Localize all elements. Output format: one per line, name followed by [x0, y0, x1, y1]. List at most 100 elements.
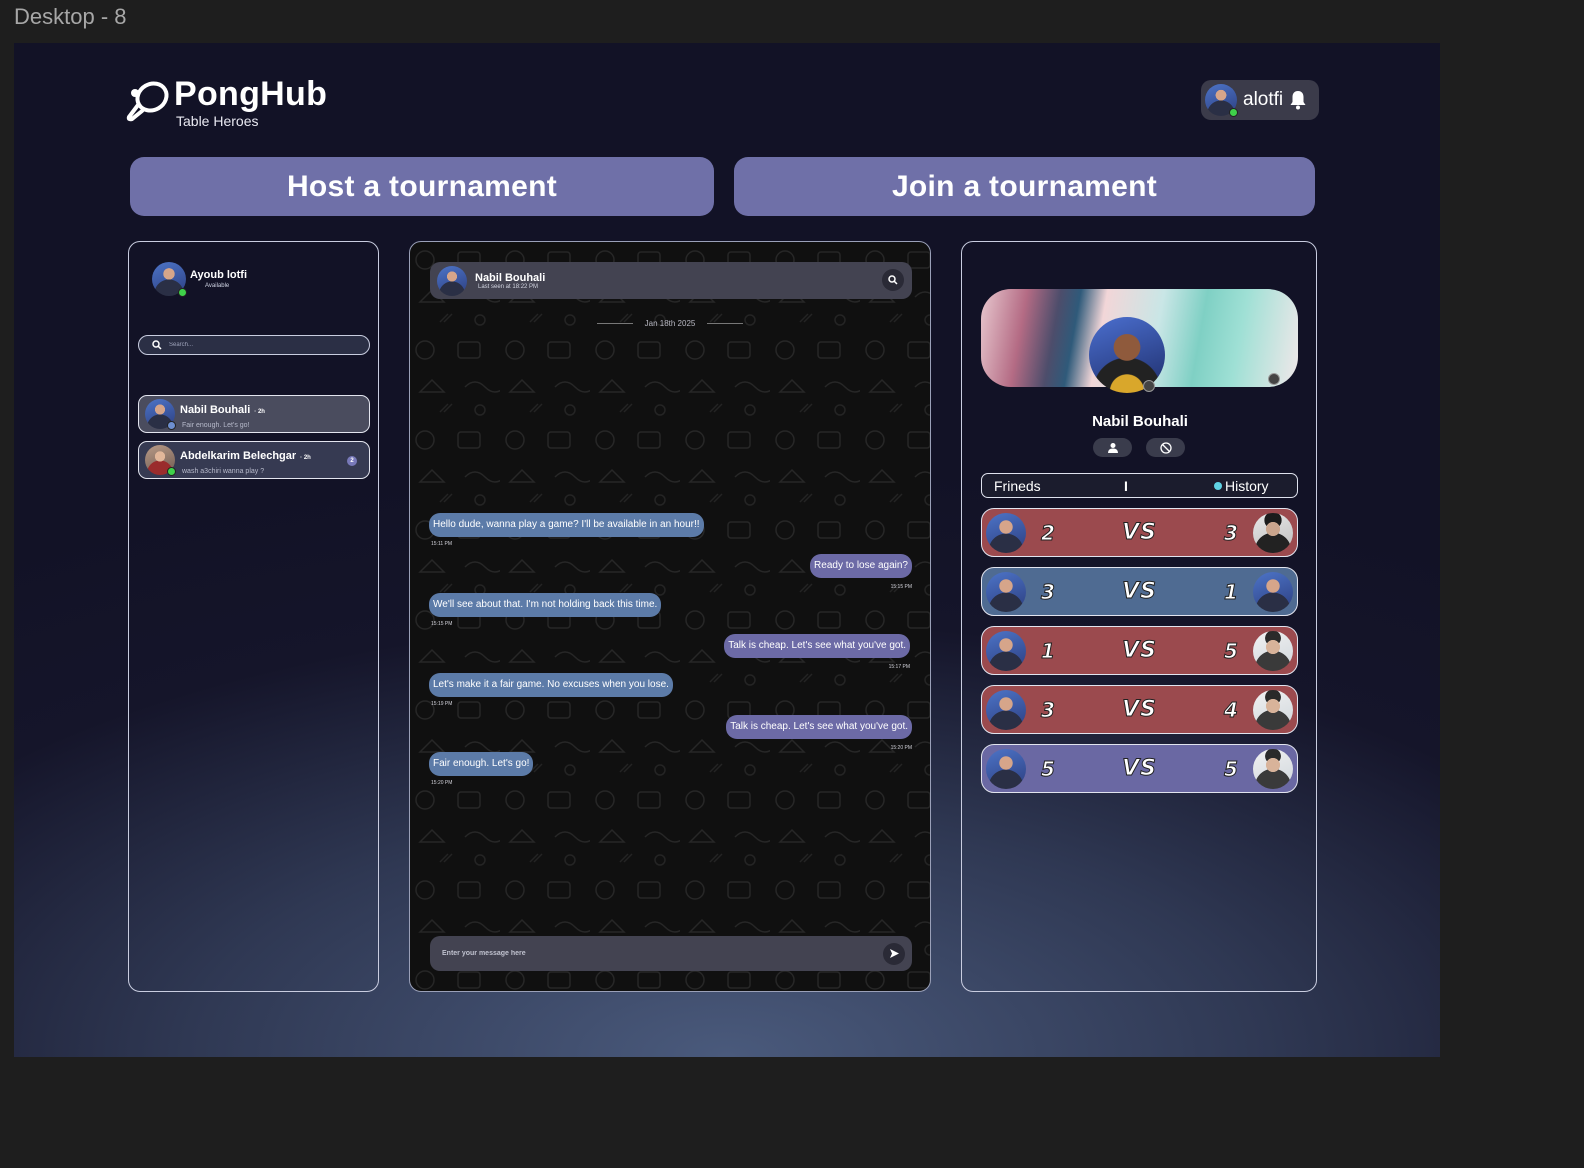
opponent-score: 1 — [1224, 579, 1239, 604]
contact-item[interactable]: Nabil Bouhali · 2h Fair enough. Let's go! — [138, 395, 370, 433]
avatar — [1205, 84, 1238, 117]
chat-contact-name: Nabil Bouhali — [475, 271, 546, 284]
message-bubble-outgoing: Ready to lose again? — [810, 554, 912, 578]
user-menu[interactable]: alotfi — [1201, 80, 1319, 120]
send-icon — [889, 949, 899, 958]
player-score: 3 — [1041, 697, 1056, 722]
contact-last-message: Fair enough. Let's go! — [182, 421, 250, 429]
chat-doodle-background — [410, 242, 930, 991]
tab-separator: I — [1124, 477, 1128, 494]
opponent-avatar — [1253, 689, 1293, 730]
chat-date: Jan 18th 2025 — [644, 319, 696, 328]
active-tab-indicator — [1214, 481, 1222, 490]
vs-label: VS — [1122, 697, 1157, 723]
player-score: 3 — [1041, 579, 1056, 604]
avatar — [145, 445, 176, 476]
message-time: 15:17 PM — [888, 664, 910, 670]
avatar — [145, 399, 176, 430]
message-time: 15:15 PM — [431, 621, 453, 627]
current-user-name: Ayoub lotfi — [190, 269, 248, 281]
search-icon — [888, 275, 898, 285]
player-avatar — [986, 571, 1026, 612]
match-row[interactable]: 3 VS 1 — [981, 567, 1298, 616]
profile-tabs: Frineds I History — [981, 473, 1298, 498]
contact-time: · 2h — [254, 408, 265, 415]
opponent-avatar — [1253, 512, 1293, 553]
username: alotfi — [1243, 89, 1284, 110]
match-row[interactable]: 3 VS 4 — [981, 685, 1298, 734]
message-bubble-outgoing: Talk is cheap. Let's see what you've got… — [726, 715, 912, 739]
player-avatar — [986, 748, 1026, 789]
brand-name: PongHub — [174, 75, 328, 113]
opponent-avatar — [1253, 571, 1293, 612]
unread-badge: 2 — [347, 456, 357, 466]
vs-label: VS — [1122, 579, 1157, 605]
message-time: 15:19 PM — [431, 701, 453, 707]
player-score: 5 — [1041, 756, 1056, 781]
tab-history[interactable]: History — [1214, 478, 1269, 494]
opponent-avatar — [1253, 748, 1293, 789]
current-user-status: Available — [205, 283, 230, 289]
send-button[interactable] — [883, 942, 905, 965]
player-avatar — [986, 689, 1026, 730]
message-input[interactable] — [442, 950, 883, 957]
edit-banner-icon[interactable] — [1268, 373, 1280, 385]
match-row[interactable]: 5 VS 5 — [981, 744, 1298, 793]
block-icon — [1159, 441, 1172, 454]
message-time: 15:20 PM — [890, 745, 912, 751]
current-user-card[interactable]: Ayoub lotfi Available — [152, 262, 248, 297]
chat-search-button[interactable] — [882, 269, 904, 291]
opponent-avatar — [1253, 630, 1293, 671]
message-bubble-incoming: Let's make it a fair game. No excuses wh… — [429, 673, 673, 697]
host-tournament-button[interactable]: Host a tournament — [130, 157, 714, 216]
match-row[interactable]: 2 VS 3 — [981, 508, 1298, 557]
block-user-button[interactable] — [1146, 438, 1185, 457]
player-score: 1 — [1041, 638, 1056, 663]
profile-name: Nabil Bouhali — [1092, 413, 1188, 430]
player-avatar — [986, 512, 1026, 553]
message-composer — [430, 936, 912, 971]
join-tournament-button[interactable]: Join a tournament — [734, 157, 1315, 216]
opponent-score: 3 — [1224, 520, 1239, 545]
opponent-score: 5 — [1224, 638, 1239, 663]
vs-label: VS — [1122, 520, 1157, 546]
brand-logo[interactable]: PongHub Table Heroes — [126, 75, 327, 129]
avatar — [437, 265, 467, 296]
bell-icon[interactable] — [1289, 90, 1307, 110]
chat-header: Nabil Bouhali Last seen at 18:22 PM — [430, 262, 912, 299]
message-bubble-incoming: Hello dude, wanna play a game? I'll be a… — [429, 513, 704, 537]
profile-panel: Nabil Bouhali Frineds I History 2 VS 3 3… — [961, 241, 1317, 992]
message-time: 15:15 PM — [890, 584, 912, 590]
opponent-score: 5 — [1224, 756, 1239, 781]
search-input[interactable] — [169, 342, 349, 348]
message-time: 15:11 PM — [431, 541, 453, 547]
message-bubble-incoming: Fair enough. Let's go! — [429, 752, 534, 776]
tab-history-label: History — [1225, 477, 1269, 494]
tab-friends[interactable]: Frineds — [994, 478, 1124, 494]
add-friend-icon — [1107, 442, 1118, 453]
search-icon — [152, 340, 162, 350]
chat-panel: Nabil Bouhali Last seen at 18:22 PM Jan … — [409, 241, 931, 992]
edit-avatar-icon[interactable] — [1143, 380, 1155, 392]
contacts-panel: Ayoub lotfi Available Nabil Bouhali· 2h … — [128, 241, 379, 992]
contacts-search — [138, 335, 370, 355]
brand-tagline: Table Heroes — [176, 113, 259, 129]
contact-item[interactable]: Abdelkarim Belechgar · 2h wash a3chiri wa… — [138, 441, 370, 479]
profile-actions — [1093, 438, 1185, 457]
online-indicator — [178, 288, 187, 297]
player-avatar — [986, 630, 1026, 671]
add-friend-button[interactable] — [1093, 438, 1132, 457]
contact-time: · 2h — [300, 454, 311, 461]
online-indicator — [1229, 108, 1238, 117]
contact-name: Nabil Bouhali — [180, 403, 251, 416]
message-bubble-incoming: We'll see about that. I'm not holding ba… — [429, 593, 662, 617]
app-frame: PongHub Table Heroes alotfi Host a tourn… — [14, 43, 1440, 1057]
online-indicator — [167, 467, 176, 476]
vs-label: VS — [1122, 756, 1157, 782]
match-row[interactable]: 1 VS 5 — [981, 626, 1298, 675]
player-score: 2 — [1041, 520, 1056, 545]
contact-last-message: wash a3chiri wanna play ? — [182, 467, 265, 475]
status-indicator — [167, 421, 176, 430]
avatar — [152, 262, 187, 297]
message-time: 15:20 PM — [431, 780, 453, 786]
